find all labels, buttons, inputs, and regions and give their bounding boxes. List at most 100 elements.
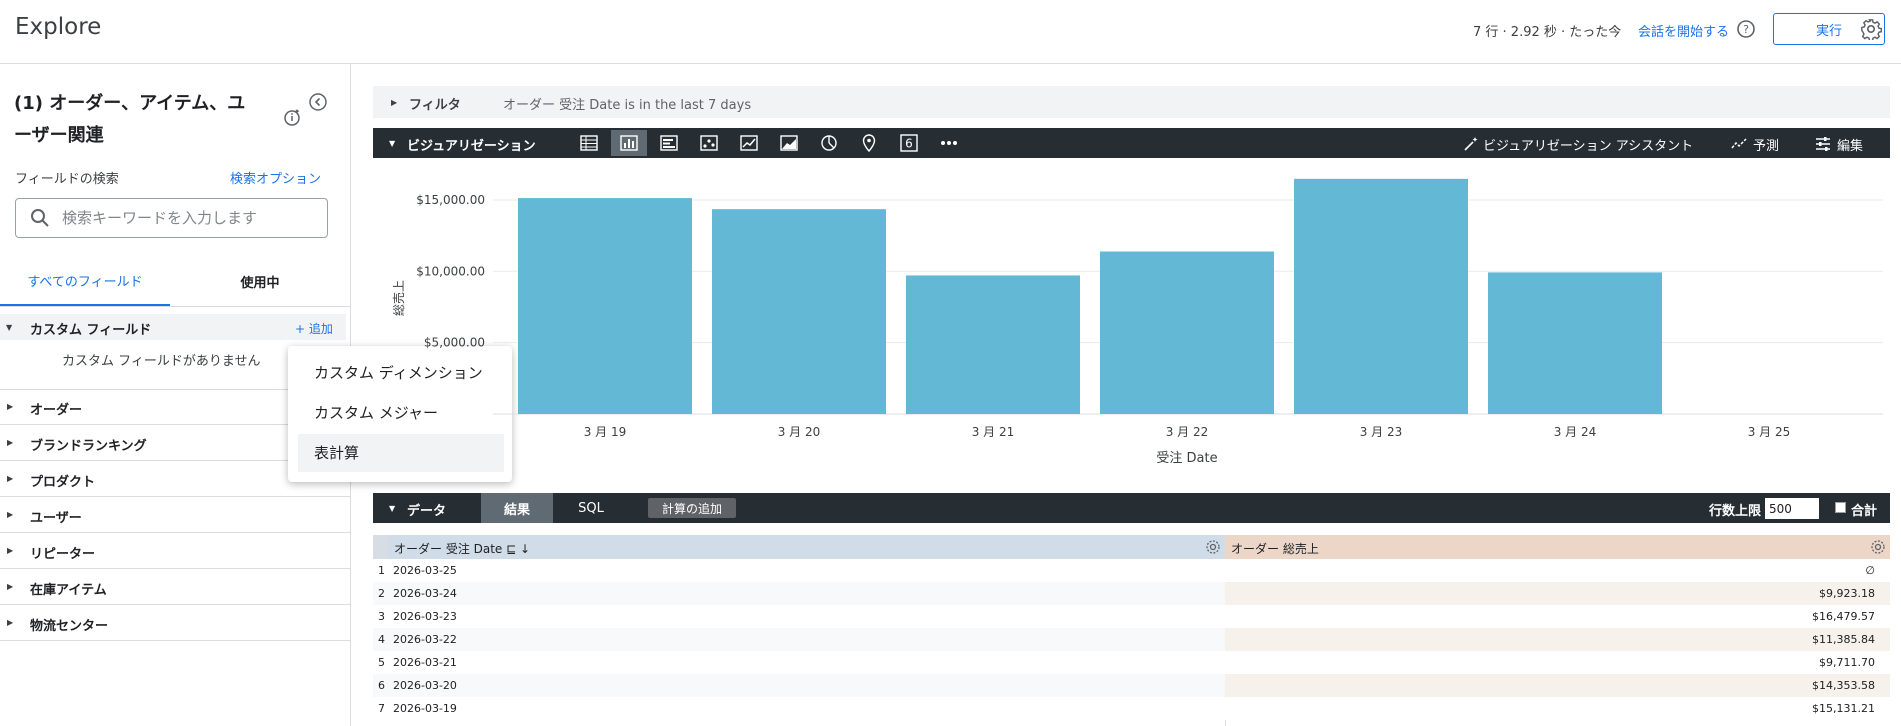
- tab-all-fields[interactable]: すべてのフィールド: [0, 256, 170, 306]
- column-chart-icon[interactable]: [611, 130, 647, 156]
- sort-desc-icon[interactable]: ↓: [520, 542, 530, 556]
- row-number: 7: [378, 702, 385, 715]
- x-tick-label: 3 月 22: [1166, 425, 1209, 439]
- cell-sales[interactable]: $14,353.58: [1812, 679, 1875, 692]
- svg-text:?: ?: [1743, 23, 1749, 36]
- search-options-link[interactable]: 検索オプション: [230, 168, 321, 187]
- edit-label: 編集: [1837, 139, 1864, 154]
- custom-fields-header[interactable]: ▼ カスタム フィールド + 追加: [0, 314, 346, 340]
- cell-sales[interactable]: $9,711.70: [1819, 656, 1875, 669]
- bar[interactable]: [712, 209, 886, 414]
- field-search-input[interactable]: [62, 209, 302, 227]
- tab-results[interactable]: 結果: [481, 493, 553, 523]
- cell-date[interactable]: 2026-03-22: [393, 633, 457, 646]
- cell-date[interactable]: 2026-03-19: [393, 702, 457, 715]
- help-icon[interactable]: ?: [1736, 19, 1756, 39]
- table-row: 3 2026-03-23 $16,479.57: [373, 605, 1890, 628]
- pivot-icon[interactable]: ⊑: [506, 542, 516, 556]
- y-tick-label: $15,000.00: [416, 193, 485, 207]
- start-conversation-link[interactable]: 会話を開始する: [1638, 21, 1729, 40]
- field-search-label: フィールドの検索: [15, 172, 119, 187]
- y-axis-title: 総売上: [391, 280, 406, 316]
- area-chart-icon[interactable]: [771, 130, 807, 156]
- bar-chart-icon[interactable]: [651, 130, 687, 156]
- caret-right-icon: ▶: [7, 474, 14, 483]
- bar[interactable]: [1100, 251, 1274, 414]
- totals-checkbox[interactable]: [1835, 502, 1846, 513]
- category-label: 物流センター: [30, 619, 109, 634]
- custom-fields-label: カスタム フィールド: [30, 323, 152, 338]
- cell-date[interactable]: 2026-03-24: [393, 587, 457, 600]
- more-icon[interactable]: [931, 130, 967, 156]
- totals-label: 合計: [1851, 504, 1878, 519]
- y-tick-label: $10,000.00: [416, 264, 485, 278]
- forecast-button[interactable]: 予測: [1731, 128, 1791, 158]
- line-chart-icon[interactable]: [731, 130, 767, 156]
- bar[interactable]: [518, 198, 692, 414]
- cell-date[interactable]: 2026-03-21: [393, 656, 457, 669]
- category-distribution-centers[interactable]: ▶ 物流センター: [0, 604, 350, 640]
- caret-down-icon[interactable]: ▼: [389, 139, 395, 148]
- tab-divider: [0, 306, 350, 307]
- collapse-sidebar-icon[interactable]: [308, 92, 328, 112]
- single-value-glyph: 6: [905, 137, 913, 151]
- add-custom-field-button[interactable]: + 追加: [295, 320, 333, 337]
- caret-right-icon: ▶: [7, 510, 14, 519]
- y-tick-label: $5,000.00: [424, 336, 485, 350]
- visualization-section-header: ▼ ビジュアリゼーション 6 ビジュアリゼーション アシスタント 予測 編集: [373, 128, 1890, 158]
- tune-icon: [1816, 137, 1830, 151]
- visualization-label: ビジュアリゼーション: [407, 139, 536, 154]
- tab-in-use[interactable]: 使用中: [180, 256, 340, 306]
- filter-section-header[interactable]: ▶ フィルタ オーダー 受注 Date is in the last 7 day…: [373, 86, 1890, 118]
- explore-info-icon[interactable]: [281, 106, 303, 128]
- data-label: データ: [407, 504, 447, 519]
- single-value-icon[interactable]: 6: [891, 130, 927, 156]
- settings-gear-icon[interactable]: [1860, 18, 1882, 40]
- bar[interactable]: [906, 275, 1080, 414]
- pie-chart-icon[interactable]: [811, 130, 847, 156]
- column-gear-icon[interactable]: [1870, 539, 1886, 555]
- category-label: ユーザー: [30, 511, 82, 526]
- table-icon[interactable]: [571, 130, 607, 156]
- magic-wand-icon: [1464, 137, 1478, 151]
- x-tick-label: 3 月 24: [1554, 425, 1597, 439]
- field-search-box: [15, 198, 328, 238]
- caret-right-icon: ▶: [7, 438, 14, 447]
- forecast-label: 予測: [1753, 139, 1780, 154]
- column-header-total-sales[interactable]: オーダー 総売上: [1225, 535, 1890, 559]
- category-inventory-items[interactable]: ▶ 在庫アイテム: [0, 568, 350, 604]
- cell-sales[interactable]: $9,923.18: [1819, 587, 1875, 600]
- no-custom-fields-text: カスタム フィールドがありません: [62, 354, 261, 369]
- add-calculation-button[interactable]: 計算の追加: [648, 498, 736, 518]
- scatter-icon[interactable]: [691, 130, 727, 156]
- bar[interactable]: [1294, 178, 1468, 414]
- cell-date[interactable]: 2026-03-25: [393, 564, 457, 577]
- cell-sales[interactable]: $16,479.57: [1812, 610, 1875, 623]
- cell-sales[interactable]: $15,131.21: [1812, 702, 1875, 715]
- visualization-assistant-button[interactable]: ビジュアリゼーション アシスタント: [1463, 128, 1703, 158]
- category-label: 在庫アイテム: [30, 583, 107, 598]
- category-users[interactable]: ▶ ユーザー: [0, 496, 350, 532]
- cell-date[interactable]: 2026-03-20: [393, 679, 457, 692]
- table-row: 4 2026-03-22 $11,385.84: [373, 628, 1890, 651]
- map-pin-icon[interactable]: [851, 130, 887, 156]
- category-label: オーダー: [30, 403, 83, 418]
- null-value-icon[interactable]: ∅: [1865, 564, 1875, 577]
- edit-visualization-button[interactable]: 編集: [1815, 128, 1875, 158]
- cell-date[interactable]: 2026-03-23: [393, 610, 457, 623]
- x-tick-label: 3 月 23: [1360, 425, 1403, 439]
- tab-sql[interactable]: SQL: [561, 493, 621, 523]
- app-title: Explore: [15, 14, 102, 40]
- category-repeaters[interactable]: ▶ リピーター: [0, 532, 350, 568]
- column-gear-icon[interactable]: [1205, 539, 1221, 555]
- row-limit-input[interactable]: [1765, 498, 1819, 519]
- row-number: 2: [378, 587, 385, 600]
- column-header-order-date[interactable]: オーダー 受注 Date ⊑ ↓: [388, 535, 1225, 559]
- bar[interactable]: [1488, 272, 1662, 414]
- caret-right-icon: ▶: [7, 546, 14, 555]
- row-number-header: [373, 535, 388, 559]
- x-tick-label: 3 月 20: [778, 425, 821, 439]
- x-axis-title: 受注 Date: [1156, 451, 1217, 466]
- caret-down-icon[interactable]: ▼: [389, 504, 395, 513]
- cell-sales[interactable]: $11,385.84: [1812, 633, 1875, 646]
